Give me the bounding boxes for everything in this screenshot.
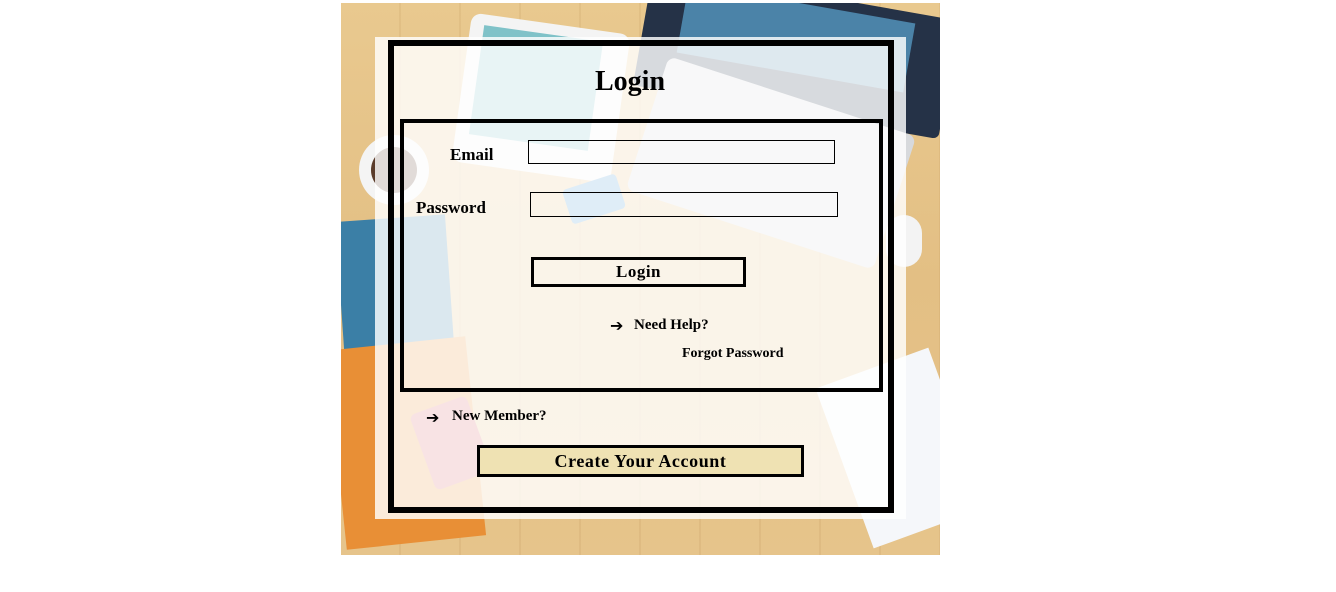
email-label: Email bbox=[450, 145, 494, 164]
login-button[interactable]: Login bbox=[531, 257, 746, 287]
arrow-right-icon: ➔ bbox=[426, 408, 440, 427]
arrow-right-icon: ➔ bbox=[610, 316, 624, 335]
email-field[interactable] bbox=[528, 140, 835, 164]
password-label: Password bbox=[416, 198, 486, 217]
new-member-label: New Member? bbox=[452, 408, 547, 424]
create-account-button[interactable]: Create Your Account bbox=[477, 445, 804, 477]
need-help-link[interactable]: Need Help? bbox=[634, 317, 709, 334]
forgot-password-link[interactable]: Forgot Password bbox=[682, 346, 784, 362]
page-title: Login bbox=[594, 66, 666, 97]
password-field[interactable] bbox=[530, 192, 838, 217]
